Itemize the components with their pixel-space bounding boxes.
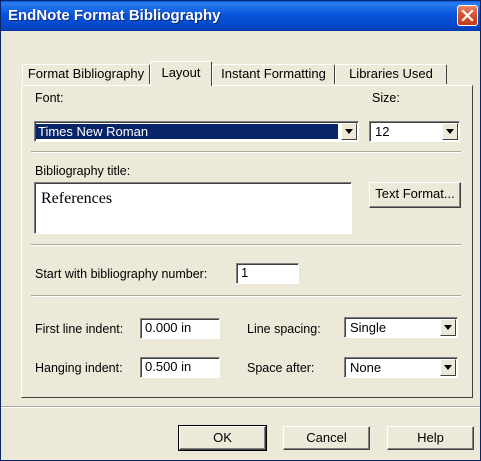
tab-libraries-used[interactable]: Libraries Used — [335, 64, 447, 84]
cancel-button[interactable]: Cancel — [283, 426, 370, 450]
space-after-value: None — [350, 360, 382, 375]
help-button[interactable]: Help — [387, 426, 474, 450]
layout-panel: Font: Size: Times New Roman 12 Bibliogra… — [21, 85, 473, 398]
size-dropdown-arrow[interactable] — [442, 123, 458, 140]
start-number-field[interactable]: 1 — [236, 263, 299, 284]
line-spacing-label: Line spacing: — [247, 322, 321, 336]
size-label: Size: — [372, 91, 400, 105]
window-title: EndNote Format Bibliography — [8, 7, 221, 24]
first-line-indent-field[interactable]: 0.000 in — [140, 318, 220, 339]
footer-divider — [1, 406, 480, 408]
size-select[interactable]: 12 — [369, 121, 460, 142]
start-number-label: Start with bibliography number: — [35, 267, 208, 281]
first-line-indent-label: First line indent: — [35, 322, 124, 336]
format-bibliography-dialog: EndNote Format Bibliography Format Bibli… — [0, 0, 481, 461]
text-format-button[interactable]: Text Format... — [369, 182, 461, 208]
line-spacing-select[interactable]: Single — [344, 317, 458, 338]
line-spacing-value: Single — [350, 320, 387, 335]
bibliography-title-textarea[interactable]: References — [34, 182, 352, 234]
size-select-value: 12 — [375, 124, 390, 139]
space-after-dropdown-arrow[interactable] — [440, 359, 456, 376]
hanging-indent-label: Hanging indent: — [35, 361, 123, 375]
tab-layout[interactable]: Layout — [150, 61, 212, 86]
title-bar[interactable]: EndNote Format Bibliography — [1, 1, 480, 31]
divider — [31, 244, 461, 246]
tab-format-bibliography[interactable]: Format Bibliography — [22, 64, 150, 84]
font-select-value: Times New Roman — [36, 124, 338, 139]
font-label: Font: — [35, 91, 64, 105]
font-select[interactable]: Times New Roman — [34, 121, 359, 142]
close-button[interactable] — [457, 5, 478, 26]
space-after-label: Space after: — [247, 361, 315, 375]
hanging-indent-field[interactable]: 0.500 in — [140, 357, 220, 378]
space-after-select[interactable]: None — [344, 357, 458, 378]
divider — [31, 151, 461, 153]
line-spacing-dropdown-arrow[interactable] — [440, 319, 456, 336]
bibliography-title-label: Bibliography title: — [35, 164, 131, 178]
font-dropdown-arrow[interactable] — [341, 123, 357, 140]
ok-button[interactable]: OK — [178, 425, 267, 451]
tab-instant-formatting[interactable]: Instant Formatting — [212, 64, 335, 84]
divider — [31, 295, 461, 297]
